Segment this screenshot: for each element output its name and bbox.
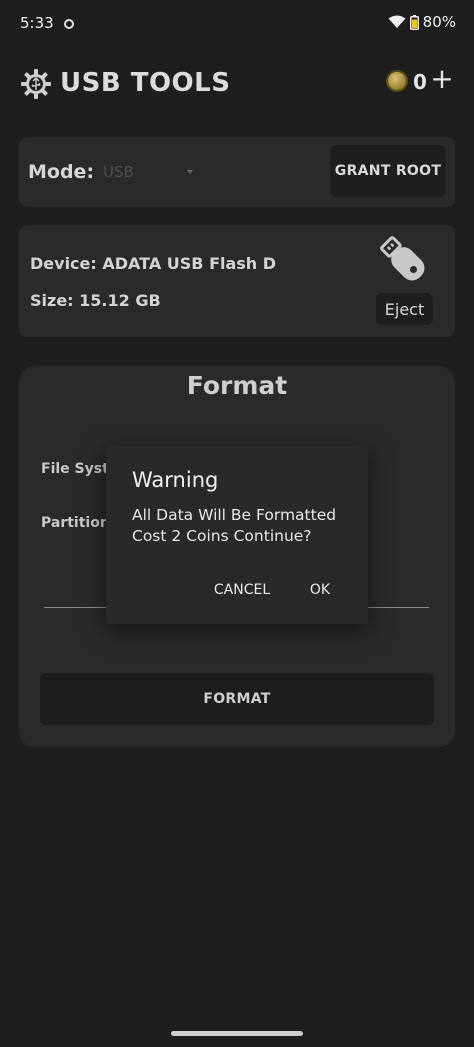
wifi-icon (388, 15, 406, 29)
name-input-underline-end (368, 607, 429, 608)
device-size: Size: 15.12 GB (30, 291, 161, 310)
status-time: 5:33 (20, 14, 54, 32)
dialog-message-line-1: All Data Will Be Formatted (132, 506, 337, 524)
mode-card: Mode: USB GRANT ROOT (19, 137, 455, 207)
dropdown-arrow-icon (187, 170, 193, 174)
battery-icon (409, 14, 419, 30)
dialog-message: All Data Will Be Formatted Cost 2 Coins … (132, 505, 357, 547)
status-indicators: 80% (388, 13, 456, 31)
format-title: Format (186, 371, 288, 400)
status-bar: 5:33 80% (0, 0, 474, 48)
app-header: USB TOOLS 0 + (0, 60, 474, 110)
device-card: Device: ADATA USB Flash D Size: 15.12 GB… (19, 225, 455, 337)
grant-root-button[interactable]: GRANT ROOT (330, 145, 446, 197)
dialog-message-line-2: Cost 2 Coins Continue? (132, 527, 312, 545)
ok-button[interactable]: OK (302, 578, 338, 602)
dialog-title: Warning (132, 468, 219, 492)
device-name: Device: ADATA USB Flash D (30, 254, 277, 273)
home-indicator[interactable] (171, 1031, 303, 1036)
format-button[interactable]: FORMAT (40, 673, 434, 725)
add-coins-button[interactable]: + (430, 65, 454, 94)
gear-icon[interactable] (20, 68, 52, 100)
coin-count: 0 (413, 70, 427, 94)
name-input-underline[interactable] (44, 607, 114, 608)
warning-dialog: Warning All Data Will Be Formatted Cost … (106, 446, 368, 624)
mode-dropdown[interactable]: USB (103, 157, 203, 187)
battery-percent: 80% (422, 13, 456, 31)
app-title: USB TOOLS (60, 68, 231, 98)
cancel-button[interactable]: CANCEL (206, 578, 278, 602)
mode-label: Mode: (28, 161, 95, 183)
coin-icon (386, 70, 408, 92)
notification-dot-icon (64, 19, 74, 29)
usb-drive-icon (377, 233, 433, 289)
mode-value: USB (103, 163, 134, 181)
eject-button[interactable]: Eject (376, 293, 433, 325)
